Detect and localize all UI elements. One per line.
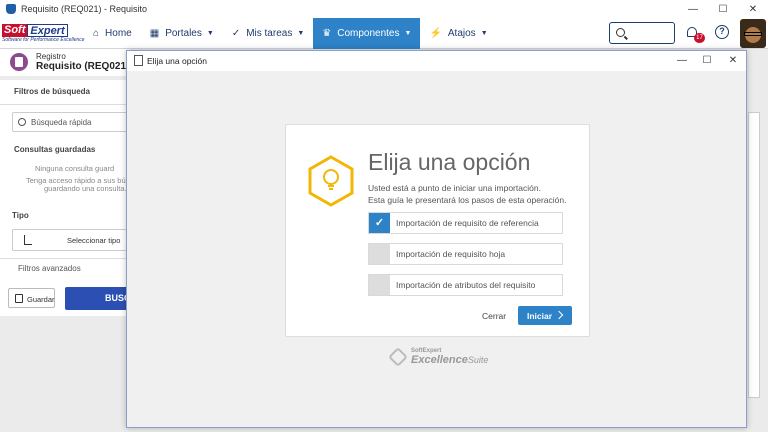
search-icon <box>18 118 26 126</box>
background-scrollbar[interactable] <box>748 112 760 398</box>
home-icon: ⌂ <box>93 28 100 39</box>
minimize-button[interactable]: — <box>678 0 708 18</box>
nav-portales[interactable]: ▦ Portales ▼ <box>141 18 223 49</box>
chevron-right-icon <box>554 310 564 320</box>
wizard-description: Esta guía le presentará los pasos de est… <box>368 195 567 205</box>
save-icon <box>15 294 23 303</box>
option-label: Importación de requisito de referencia <box>396 218 539 228</box>
save-label: Guardar <box>27 295 55 304</box>
nav-componentes[interactable]: ♛ Componentes ▼ <box>313 18 421 49</box>
brand-suffix: Suite <box>467 355 489 365</box>
trophy-icon <box>6 4 16 14</box>
check-icon: ✓ <box>231 28 241 39</box>
window-controls: — ☐ ✕ <box>678 0 768 18</box>
dialog-close-button[interactable]: ✕ <box>721 53 745 69</box>
page-title: Requisito (REQ021) <box>36 61 130 72</box>
nav-atajos[interactable]: ⚡ Atajos ▼ <box>420 18 496 49</box>
option-label: Importación de atributos del requisito <box>396 280 536 290</box>
requirement-icon <box>10 53 28 71</box>
select-type-label: Seleccionar tipo <box>67 236 121 245</box>
type-title: Tipo <box>12 211 29 220</box>
dialog-maximize-button[interactable]: ☐ <box>695 53 719 69</box>
user-avatar[interactable] <box>740 19 766 48</box>
top-navbar: Soft Expert Software for Performance Exc… <box>0 18 768 49</box>
chevron-down-icon: ▼ <box>480 30 488 37</box>
quick-search-placeholder: Búsqueda rápida <box>31 118 92 127</box>
avatar-glasses <box>744 32 762 36</box>
filter-panel: Filtros de búsqueda Búsqueda rápida Cons… <box>0 80 134 316</box>
trophy-icon: ♛ <box>322 28 332 39</box>
nav-mis-tareas[interactable]: ✓ Mis tareas ▼ <box>223 18 313 49</box>
global-search-input[interactable] <box>609 22 675 44</box>
logo-soft: Soft <box>2 24 28 37</box>
portals-icon: ▦ <box>149 28 160 39</box>
start-label: Iniciar <box>527 311 553 321</box>
filters-title: Filtros de búsqueda <box>14 87 91 96</box>
breadcrumb[interactable]: Registro <box>36 52 66 61</box>
option-leaf-import[interactable]: Importación de requisito hoja <box>368 243 563 265</box>
search-icon <box>616 28 625 37</box>
wizard-description: Usted está a punto de iniciar una import… <box>368 183 541 193</box>
save-button[interactable]: Guardar <box>8 288 55 308</box>
divider <box>0 258 130 259</box>
saved-queries-tip: guardando una consulta. <box>44 184 127 193</box>
nav-label: Componentes <box>337 28 400 39</box>
excellence-suite-logo: SoftExpert ExcellenceSuite <box>388 347 488 368</box>
divider <box>0 104 130 105</box>
dialog-minimize-button[interactable]: — <box>670 53 694 69</box>
option-label: Importación de requisito hoja <box>396 249 506 259</box>
main-menu: ⌂ Home ▦ Portales ▼ ✓ Mis tareas ▼ ♛ Componentes ▼… <box>84 18 497 49</box>
start-button[interactable]: Iniciar <box>518 306 572 325</box>
close-button[interactable]: ✕ <box>738 0 768 18</box>
record-header: Registro Requisito (REQ021) <box>0 49 130 76</box>
brand-main-text: Excellence <box>411 354 468 366</box>
help-button[interactable]: ? <box>715 25 729 39</box>
option-attributes-import[interactable]: Importación de atributos del requisito <box>368 274 563 296</box>
saved-queries-empty: Ninguna consulta guard <box>35 164 115 173</box>
nav-home[interactable]: ⌂ Home <box>84 18 141 49</box>
option-reference-import[interactable]: ✓ Importación de requisito de referencia <box>368 212 563 234</box>
checkbox-checked-icon[interactable]: ✓ <box>369 213 390 233</box>
search-button[interactable]: BUSC <box>65 287 131 310</box>
notifications-button[interactable]: 17 <box>686 26 705 43</box>
brand-main: ExcellenceSuite <box>411 354 488 366</box>
chevron-down-icon: ▼ <box>404 30 412 37</box>
notification-badge: 17 <box>694 33 705 43</box>
window-title: Requisito (REQ021) - Requisito <box>21 4 148 14</box>
chevron-down-icon: ▼ <box>206 30 214 37</box>
checkbox-unchecked-icon[interactable] <box>369 275 390 295</box>
nav-label: Atajos <box>447 28 476 39</box>
window-titlebar: Requisito (REQ021) - Requisito — ☐ ✕ <box>0 0 768 18</box>
nav-label: Home <box>105 28 132 39</box>
checkbox-unchecked-icon[interactable] <box>369 244 390 264</box>
tree-icon <box>24 235 32 245</box>
maximize-button[interactable]: ☐ <box>708 0 738 18</box>
choose-option-dialog: Elija una opción — ☐ ✕ Elija una opción … <box>126 50 747 428</box>
quick-search-input[interactable]: Búsqueda rápida <box>12 112 130 132</box>
select-type-button[interactable]: Seleccionar tipo <box>12 229 130 251</box>
chevron-down-icon: ▼ <box>297 30 305 37</box>
wizard-card: Elija una opción Usted está a punto de i… <box>285 124 590 337</box>
softexpert-logo[interactable]: Soft Expert Software for Performance Exc… <box>2 24 85 44</box>
lightbulb-icon <box>308 155 354 207</box>
lightning-icon: ⚡ <box>429 28 442 39</box>
dialog-title: Elija una opción <box>147 56 208 66</box>
saved-queries-title: Consultas guardadas <box>14 145 96 154</box>
softexpert-mark-icon <box>388 347 408 367</box>
wizard-heading: Elija una opción <box>368 149 531 175</box>
nav-label: Portales <box>165 28 202 39</box>
close-wizard-button[interactable]: Cerrar <box>482 311 506 321</box>
logo-tagline: Software for Performance Excellence <box>2 37 85 43</box>
advanced-filters-toggle[interactable]: Filtros avanzados <box>18 264 81 273</box>
document-icon <box>134 55 143 66</box>
dialog-titlebar: Elija una opción — ☐ ✕ <box>127 51 746 71</box>
logo-expert: Expert <box>27 24 68 37</box>
nav-label: Mis tareas <box>246 28 293 39</box>
